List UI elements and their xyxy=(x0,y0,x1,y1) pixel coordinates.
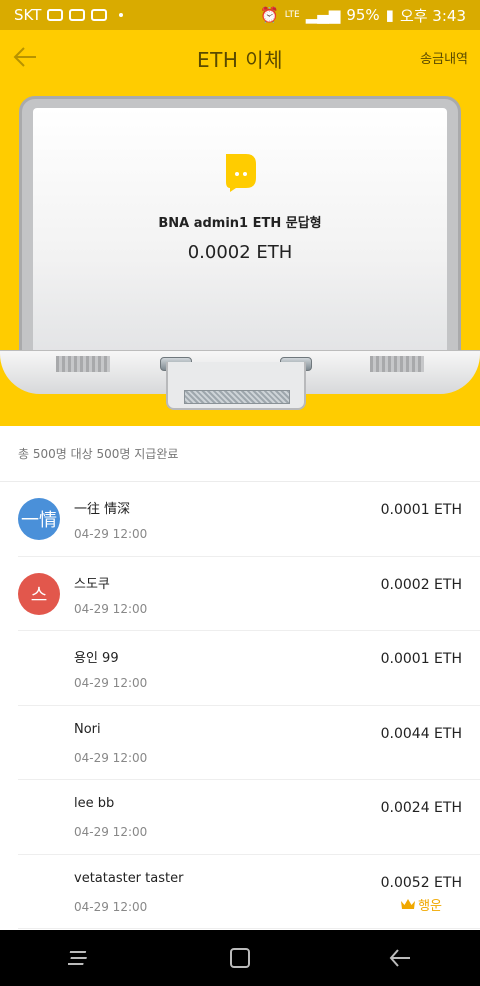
list-item[interactable]: 스 스도쿠 04-29 12:00 0.0002 ETH xyxy=(18,557,480,631)
back-arrow-icon xyxy=(13,47,36,67)
system-back-button[interactable] xyxy=(380,938,420,978)
laptop-handle-grip xyxy=(184,390,290,404)
image-notification-icon xyxy=(91,9,108,21)
app-logo-icon xyxy=(226,154,256,192)
recipient-name: vetataster taster xyxy=(74,870,184,886)
page-title: ETH 이체 xyxy=(196,47,284,72)
list-item[interactable]: lee bb 04-29 12:00 0.0024 ETH xyxy=(18,780,480,855)
transfer-amount: 0.0002 ETH xyxy=(187,242,293,263)
home-button[interactable] xyxy=(220,938,260,978)
recipient-amount: 0.0052 ETH xyxy=(380,874,462,891)
system-nav-bar xyxy=(0,930,480,986)
back-button[interactable] xyxy=(8,40,42,74)
home-icon xyxy=(230,948,250,968)
status-bar: SKT ⏰ LTE ▂▄▆ 95% ▮ 오후 3:43 xyxy=(0,0,480,30)
recent-apps-button[interactable] xyxy=(60,938,100,978)
avatar: 一情 xyxy=(18,498,60,540)
signal-icon: ▂▄▆ xyxy=(305,6,341,24)
distribution-summary: 총 500명 대상 500명 지급완료 xyxy=(0,426,480,482)
recipient-date: 04-29 12:00 xyxy=(74,676,148,690)
carrier-label: SKT xyxy=(14,6,42,24)
back-icon xyxy=(389,949,410,967)
app-header: ETH 이체 송금내역 xyxy=(0,30,480,86)
recipient-amount: 0.0001 ETH xyxy=(380,651,462,667)
avatar: 스 xyxy=(18,572,60,615)
recipient-name: 스도쿠 xyxy=(74,576,110,592)
recipient-amount: 0.0024 ETH xyxy=(380,800,462,816)
sender-name: BNA admin1 ETH 문답형 xyxy=(158,216,322,231)
lucky-badge-label: 행운 xyxy=(418,898,442,914)
recipient-amount: 0.0001 ETH xyxy=(380,502,462,518)
recipient-amount: 0.0044 ETH xyxy=(380,725,462,742)
transfer-history-link[interactable]: 송금내역 xyxy=(420,48,468,67)
recipient-amount: 0.0002 ETH xyxy=(380,576,462,593)
list-item[interactable]: vetataster taster 04-29 12:00 0.0052 ETH… xyxy=(18,855,480,929)
lucky-badge: 행운 xyxy=(400,895,442,914)
battery-icon: ▮ xyxy=(385,6,394,24)
alarm-icon: ⏰ xyxy=(260,6,279,24)
battery-level: 95% xyxy=(346,6,380,24)
recipient-name: 一往 情深 xyxy=(74,502,131,517)
network-type: LTE xyxy=(284,9,300,20)
laptop-screen xyxy=(33,108,447,358)
laptop-vent-left xyxy=(56,356,110,372)
recipient-name: Nori xyxy=(74,721,101,737)
shopping-bag-icon xyxy=(69,9,86,21)
recipient-date: 04-29 12:00 xyxy=(74,527,148,541)
more-notifications-icon xyxy=(119,13,124,17)
list-item[interactable]: 용인 99 04-29 12:00 0.0001 ETH xyxy=(18,631,480,706)
transfer-hero: BNA admin1 ETH 문답형 0.0002 ETH xyxy=(0,86,480,426)
crown-icon xyxy=(401,899,416,909)
recent-apps-icon xyxy=(68,951,87,965)
clock: 오후 3:43 xyxy=(399,6,466,25)
recipient-list: 一情 一往 情深 04-29 12:00 0.0001 ETH 스 스도쿠 04… xyxy=(0,482,480,929)
list-item[interactable]: Nori 04-29 12:00 0.0044 ETH xyxy=(18,706,480,780)
list-item[interactable]: 一情 一往 情深 04-29 12:00 0.0001 ETH xyxy=(18,482,480,557)
recipient-date: 04-29 12:00 xyxy=(74,899,148,914)
chat-notification-icon xyxy=(47,9,64,21)
recipient-date: 04-29 12:00 xyxy=(74,750,148,765)
laptop-vent-right xyxy=(370,356,424,372)
recipient-date: 04-29 12:00 xyxy=(74,601,148,616)
recipient-name: lee bb xyxy=(74,796,115,811)
recipient-name: 용인 99 xyxy=(74,651,119,666)
recipient-date: 04-29 12:00 xyxy=(74,825,148,839)
